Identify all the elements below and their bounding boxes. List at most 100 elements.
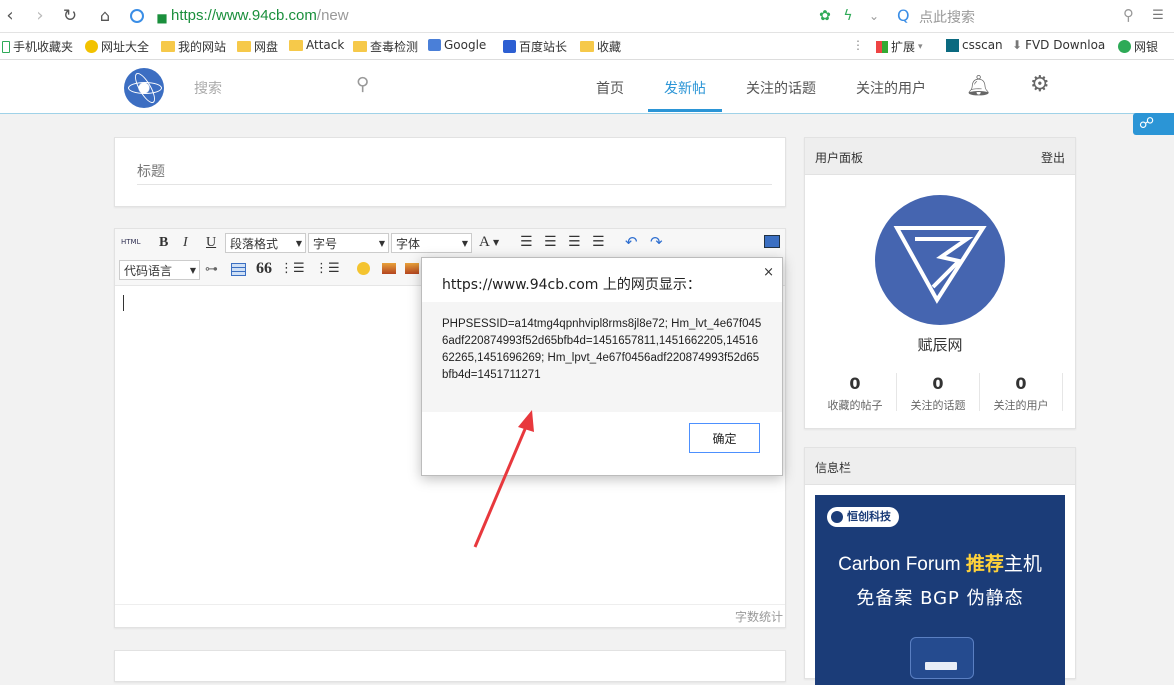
browser-search-box[interactable]: Q 点此搜索 ⚲: [893, 5, 1138, 27]
bookmark-item[interactable]: 百度站长: [503, 38, 567, 55]
html-source-button[interactable]: HTML: [121, 238, 140, 246]
bookmark-label: 网址大全: [101, 40, 150, 54]
code-language-select[interactable]: 代码语言 ▼: [119, 260, 200, 280]
bookmark-item[interactable]: 网盘: [237, 38, 278, 55]
info-panel-header: 信息栏: [805, 448, 1075, 485]
nav-home[interactable]: 首页: [596, 78, 624, 98]
site-info-icon[interactable]: [130, 9, 144, 23]
more-bookmarks-icon[interactable]: ⋮: [852, 38, 864, 52]
font-color-button[interactable]: A: [479, 234, 490, 251]
align-right-icon[interactable]: ☰: [568, 234, 581, 250]
close-icon[interactable]: ×: [763, 265, 774, 280]
logout-link[interactable]: 登出: [1041, 149, 1065, 166]
redo-icon[interactable]: ↷: [650, 233, 663, 251]
back-icon[interactable]: ‹: [0, 6, 20, 26]
code-language-value: 代码语言: [124, 264, 173, 278]
fullscreen-icon[interactable]: [764, 235, 780, 248]
stat-followed-users[interactable]: 0 关注的用户: [980, 374, 1062, 413]
blockquote-icon[interactable]: 66: [256, 260, 272, 278]
menu-icon[interactable]: ☰: [1148, 6, 1168, 26]
server-chip-icon: [910, 637, 974, 679]
bookmark-label: 手机收藏夹: [13, 40, 74, 54]
bookmark-item[interactable]: 手机收藏夹: [2, 38, 73, 55]
search-icon[interactable]: ⚲: [356, 74, 369, 95]
home-icon[interactable]: ⌂: [95, 6, 115, 26]
extensions-menu[interactable]: 扩展 ▾: [876, 38, 923, 55]
bookmark-label: 收藏: [597, 40, 622, 54]
image-icon[interactable]: [382, 263, 396, 274]
bookmark-item[interactable]: Google: [428, 38, 486, 52]
lock-icon: ■: [156, 11, 168, 25]
ok-button[interactable]: 确定: [689, 423, 760, 453]
bookmark-label: 查毒检测: [370, 40, 419, 54]
bookmarks-bar: 手机收藏夹 网址大全 我的网站 网盘 Attack 查毒检测 Google 百度…: [0, 33, 1174, 60]
font-size-select[interactable]: 字号 ▼: [308, 233, 389, 253]
lightning-icon[interactable]: ϟ: [838, 6, 858, 26]
table-icon[interactable]: [231, 263, 246, 276]
editor-footer: 字数统计: [115, 604, 785, 627]
bookmark-item[interactable]: 收藏: [580, 38, 621, 55]
align-center-icon[interactable]: ☰: [544, 234, 557, 250]
side-float-button[interactable]: ☍: [1133, 113, 1174, 135]
title-input[interactable]: [137, 158, 772, 185]
bookmark-item[interactable]: 网银: [1118, 38, 1158, 55]
brand-logo-icon: [831, 511, 843, 523]
extension-gear-icon[interactable]: ✿: [815, 6, 835, 26]
folder-icon: [161, 41, 175, 52]
paragraph-format-select[interactable]: 段落格式 ▼: [225, 233, 306, 253]
nav-followed-topics[interactable]: 关注的话题: [746, 78, 816, 98]
dropdown-chevron-icon[interactable]: ⌄: [864, 6, 884, 26]
reload-icon[interactable]: ↻: [60, 6, 80, 26]
ordered-list-icon[interactable]: ⋮☰: [280, 261, 305, 276]
bookmark-item[interactable]: 网址大全: [85, 38, 149, 55]
search-icon[interactable]: ⚲: [1123, 6, 1134, 24]
bold-button[interactable]: B: [159, 235, 168, 251]
bookmark-item[interactable]: ⬇ FVD Downloa: [1012, 38, 1105, 52]
underline-button[interactable]: U: [206, 235, 216, 251]
options-panel: [114, 650, 786, 682]
bank-icon: [1118, 40, 1131, 53]
paragraph-format-value: 段落格式: [230, 237, 279, 251]
bookmark-label: Google: [444, 38, 487, 52]
align-left-icon[interactable]: ☰: [520, 234, 533, 250]
image-upload-icon[interactable]: [405, 263, 419, 274]
stat-favorited-posts[interactable]: 0 收藏的帖子: [814, 374, 896, 413]
ad-title-part: Carbon Forum: [838, 554, 966, 575]
bookmark-label: 百度站长: [519, 40, 568, 54]
browser-search-placeholder: 点此搜索: [919, 10, 975, 26]
url-field[interactable]: https://www.94cb.com/new: [171, 7, 349, 24]
bookmark-label: FVD Downloa: [1025, 38, 1106, 52]
bookmark-item[interactable]: 我的网站: [161, 38, 226, 55]
undo-icon[interactable]: ↶: [625, 233, 638, 251]
bell-icon[interactable]: 🔔︎: [966, 73, 991, 97]
bookmark-item[interactable]: csscan: [946, 38, 1003, 52]
title-panel: [114, 137, 786, 207]
avatar[interactable]: [875, 195, 1005, 325]
active-tab-indicator: [648, 109, 722, 112]
emoji-icon[interactable]: [357, 262, 370, 275]
site-logo[interactable]: [124, 68, 164, 108]
italic-button[interactable]: I: [183, 235, 188, 251]
link-icon[interactable]: ⊶: [205, 262, 218, 277]
nav-followed-users[interactable]: 关注的用户: [856, 78, 926, 98]
align-justify-icon[interactable]: ☰: [592, 234, 605, 250]
font-family-select[interactable]: 字体 ▼: [391, 233, 472, 253]
hosting-ad-banner[interactable]: 恒创科技 Carbon Forum 推荐主机 免备案 BGP 伪静态: [815, 495, 1065, 685]
stat-followed-topics[interactable]: 0 关注的话题: [897, 374, 979, 413]
user-panel: 用户面板 登出 赋辰网 0 收藏的帖子 0 关注的话题 0 关注的用户: [804, 137, 1076, 429]
avatar-logo-icon: [893, 226, 987, 304]
site-header: 搜索 ⚲ 首页 发新帖 关注的话题 关注的用户 🔔︎ ⚙: [0, 60, 1174, 114]
forward-icon[interactable]: ›: [30, 6, 50, 26]
chevron-down-icon[interactable]: ▼: [493, 238, 499, 247]
bookmark-item[interactable]: Attack: [289, 38, 344, 52]
site-search-input[interactable]: 搜索: [194, 78, 222, 98]
baidu-paw-icon: [503, 40, 516, 53]
nav-new-post[interactable]: 发新帖: [664, 78, 706, 98]
user-panel-title: 用户面板: [815, 151, 864, 165]
unordered-list-icon[interactable]: ⋮☰: [315, 261, 340, 276]
search-engine-icon: Q: [897, 6, 910, 25]
bookmark-item[interactable]: 查毒检测: [353, 38, 418, 55]
user-panel-header: 用户面板 登出: [805, 138, 1075, 175]
username[interactable]: 赋辰网: [805, 334, 1075, 355]
gear-icon[interactable]: ⚙: [1030, 72, 1050, 97]
